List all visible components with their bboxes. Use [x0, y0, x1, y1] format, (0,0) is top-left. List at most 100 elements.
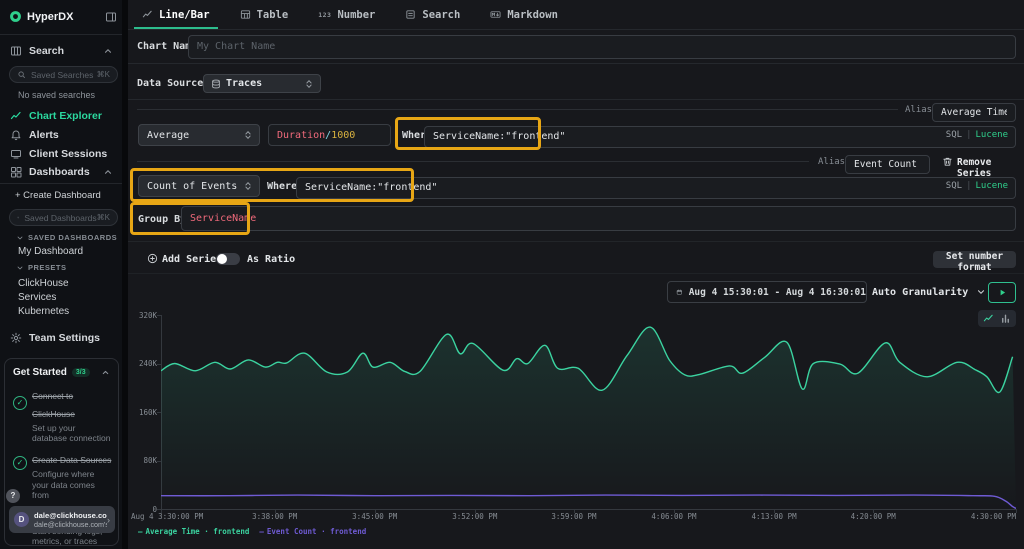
sql-mode-button[interactable]: SQL	[946, 181, 962, 191]
view-tabbar: Line/Bar Table 123 Number Search Markdow…	[128, 0, 1024, 30]
get-started-item[interactable]: ✓ Connect to ClickHouse Set up your data…	[5, 382, 118, 446]
database-icon	[211, 79, 221, 89]
series1-where-input[interactable]	[424, 126, 1016, 148]
chevron-up-icon[interactable]	[103, 46, 113, 56]
sql-mode-button[interactable]: SQL	[946, 130, 962, 140]
saved-dashboards-input[interactable]: Saved Dashboards ⌘K	[9, 209, 118, 226]
set-number-format-button[interactable]: Set number format	[933, 251, 1016, 268]
dashboard-grid-icon	[10, 166, 22, 178]
avatar: D	[14, 512, 29, 527]
time-series-chart: 080K160K240K320K Aug 4 3:30:00 PM3:38:00…	[128, 308, 1024, 549]
search-icon	[17, 213, 19, 222]
markdown-icon	[490, 9, 501, 20]
chevron-down-icon	[976, 287, 986, 297]
chart-legend: —Average Time · frontend —Event Count · f…	[138, 527, 366, 536]
legend-dash: —	[259, 527, 264, 536]
user-team: dale@clickhouse.com's	[34, 520, 107, 529]
sidebar-item-search[interactable]: Search	[0, 43, 122, 59]
x-axis-label: 3:38:00 PM	[252, 512, 297, 521]
saved-dashboards-section-header[interactable]: SAVED DASHBOARDS	[16, 233, 117, 242]
tab-number[interactable]: 123 Number	[314, 0, 379, 29]
series1-aggregation-select[interactable]: Average	[138, 124, 260, 146]
chevron-updown-icon	[243, 129, 253, 141]
series1-alias-input[interactable]	[932, 103, 1016, 122]
sidebar-item-services[interactable]: Services	[18, 292, 56, 303]
data-source-select[interactable]: Traces	[203, 74, 321, 93]
y-axis-label: 320K	[128, 311, 157, 320]
x-axis-label: 3:52:00 PM	[452, 512, 497, 521]
y-axis-label: 80K	[128, 456, 157, 465]
alias-label: Alias	[818, 157, 845, 167]
tab-markdown[interactable]: Markdown	[486, 0, 562, 29]
lucene-mode-button[interactable]: Lucene	[975, 130, 1008, 140]
group-by-label: Group By	[138, 214, 186, 225]
create-dashboard-button[interactable]: + Create Dashboard	[15, 190, 101, 201]
hyperdx-logo	[9, 10, 22, 23]
sidebar-item-chart-explorer[interactable]: Chart Explorer	[0, 108, 122, 124]
calendar-icon	[676, 287, 683, 297]
user-menu[interactable]: D dale@clickhouse.com dale@clickhouse.co…	[9, 506, 115, 533]
group-by-input[interactable]: ServiceName	[181, 206, 1016, 231]
data-source-label: Data Source	[137, 78, 203, 89]
get-started-title: Get Started	[13, 367, 67, 378]
sidebar-item-kubernetes[interactable]: Kubernetes	[18, 306, 69, 317]
chart-name-input[interactable]	[188, 35, 1016, 59]
series2-where-input[interactable]	[296, 177, 1016, 199]
x-axis-label: Aug 4 3:30:00 PM	[131, 512, 203, 521]
chevron-up-icon[interactable]	[103, 167, 113, 177]
x-axis-label: 4:30:00 PM	[971, 512, 1016, 521]
line-chart-icon	[142, 9, 153, 20]
x-axis: Aug 4 3:30:00 PM3:38:00 PM3:45:00 PM3:52…	[128, 512, 1024, 522]
sidebar-item-clickhouse[interactable]: ClickHouse	[18, 278, 69, 289]
columns-icon	[10, 45, 22, 57]
series2-alias-input[interactable]	[845, 155, 930, 174]
collapse-sidebar-icon[interactable]	[105, 11, 117, 23]
help-button[interactable]: ?	[6, 489, 20, 503]
legend-item[interactable]: —Event Count · frontend	[259, 527, 366, 536]
sidebar-item-client-sessions[interactable]: Client Sessions	[0, 146, 122, 162]
lucene-mode-button[interactable]: Lucene	[975, 181, 1008, 191]
app-window: HyperDX Search Saved Searches ⌘K No save…	[0, 0, 1024, 549]
monitor-icon	[10, 148, 22, 160]
legend-item[interactable]: —Average Time · frontend	[138, 527, 249, 536]
shortcut-badge: ⌘K	[97, 213, 110, 222]
chevron-up-icon[interactable]	[101, 368, 110, 377]
check-circle-icon: ✓	[13, 396, 27, 410]
series2-aggregation-select[interactable]: Count of Events	[138, 175, 260, 197]
add-circle-icon[interactable]	[147, 253, 158, 264]
y-axis-label: 160K	[128, 408, 157, 417]
tab-table[interactable]: Table	[236, 0, 293, 29]
presets-section-header[interactable]: PRESETS	[16, 263, 67, 272]
chart-explorer-panel: Line/Bar Table 123 Number Search Markdow…	[128, 0, 1024, 549]
sidebar-item-dashboards[interactable]: Dashboards	[0, 164, 122, 180]
sidebar: HyperDX Search Saved Searches ⌘K No save…	[0, 0, 122, 549]
chart-line-icon	[10, 110, 22, 122]
alias-label: Alias	[905, 105, 932, 115]
search-icon	[17, 70, 26, 79]
trash-icon[interactable]	[942, 156, 953, 167]
sidebar-item-team-settings[interactable]: Team Settings	[0, 330, 122, 346]
app-title: HyperDX	[27, 11, 73, 23]
tab-search[interactable]: Search	[401, 0, 464, 29]
get-started-item[interactable]: ✓ Create Data Sources Configure where yo…	[5, 446, 118, 503]
run-query-button[interactable]	[988, 282, 1016, 303]
sidebar-item-alerts[interactable]: Alerts	[0, 127, 122, 143]
granularity-select[interactable]: Auto Granularity	[872, 283, 986, 301]
y-axis-label: 240K	[128, 359, 157, 368]
date-range-input[interactable]: Aug 4 15:30:01 - Aug 4 16:30:01	[667, 281, 867, 303]
x-axis-label: 4:06:00 PM	[651, 512, 696, 521]
user-email: dale@clickhouse.com	[34, 511, 107, 520]
chevron-updown-icon	[243, 180, 253, 192]
tab-line-bar[interactable]: Line/Bar	[138, 0, 214, 29]
bell-icon	[10, 129, 22, 141]
saved-searches-input[interactable]: Saved Searches ⌘K	[9, 66, 118, 83]
gear-icon	[10, 332, 22, 344]
search-list-icon	[405, 9, 416, 20]
as-ratio-toggle[interactable]	[216, 253, 240, 265]
sidebar-item-my-dashboard[interactable]: My Dashboard	[18, 246, 83, 257]
add-series-button[interactable]: Add Series	[162, 254, 222, 265]
chevron-right-icon: ›	[107, 515, 110, 525]
series1-field-input[interactable]: Duration/1000	[268, 124, 391, 146]
chevron-updown-icon	[304, 78, 314, 90]
x-axis-label: 3:59:00 PM	[551, 512, 596, 521]
